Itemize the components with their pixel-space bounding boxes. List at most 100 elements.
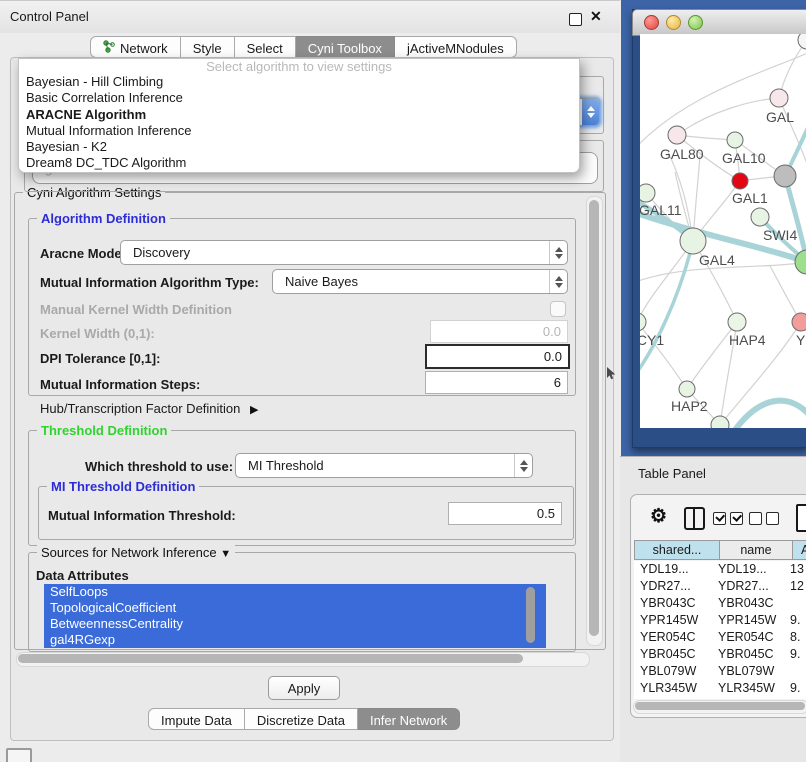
aracne-mode-label: Aracne Mode: xyxy=(40,246,126,261)
cell: 9. xyxy=(790,612,806,629)
screen: Control Panel ✕ Network Style Select Cyn… xyxy=(0,0,806,762)
column-header-name[interactable]: name xyxy=(720,540,793,560)
manual-kernel-label: Manual Kernel Width Definition xyxy=(40,302,232,317)
cell: 9. xyxy=(790,646,806,663)
popup-item-basic-correlation[interactable]: Basic Correlation Inference xyxy=(19,90,579,106)
network-node[interactable] xyxy=(798,34,806,49)
table-row[interactable]: YIL052CYIL052C9. xyxy=(634,697,806,699)
kernel-width-label: Kernel Width (0,1): xyxy=(40,326,155,341)
mi-threshold-field[interactable]: 0.5 xyxy=(448,502,562,525)
settings-vscroll-thumb[interactable] xyxy=(589,200,599,636)
aracne-mode-combo[interactable]: Discovery xyxy=(120,240,568,265)
tab-impute-data[interactable]: Impute Data xyxy=(148,708,245,730)
popup-item-bayesian-hill-climbing[interactable]: Bayesian - Hill Climbing xyxy=(19,74,579,90)
table-header-row: shared... name A xyxy=(634,540,806,560)
popup-item-bayesian-k2[interactable]: Bayesian - K2 xyxy=(19,139,579,155)
attr-item-gal4rgexp[interactable]: gal4RGexp xyxy=(50,632,546,648)
network-node[interactable] xyxy=(640,184,655,202)
gear-icon[interactable]: ⚙ xyxy=(650,505,667,528)
node-label: HAP4 xyxy=(729,332,766,348)
tab-cyni-toolbox[interactable]: Cyni Toolbox xyxy=(296,36,395,58)
checked-checkbox-icon xyxy=(713,512,726,525)
tab-network[interactable]: Network xyxy=(90,36,181,58)
deselect-all-columns-button[interactable] xyxy=(749,512,779,525)
table-hscroll-thumb[interactable] xyxy=(635,702,805,710)
table-row[interactable]: YDL19...YDL19...13 xyxy=(634,561,806,578)
cell: 12 xyxy=(790,578,806,595)
node-label: GAL10 xyxy=(722,150,766,166)
hub-definition-toggle[interactable]: Hub/Transcription Factor Definition ▶ xyxy=(40,401,258,416)
cell: 9. xyxy=(790,680,806,697)
network-node[interactable] xyxy=(792,313,806,331)
mi-steps-field[interactable]: 6 xyxy=(425,371,568,394)
network-node[interactable] xyxy=(668,126,686,144)
combo-value: MI Threshold xyxy=(236,458,514,473)
attr-list-scrollbar-thumb[interactable] xyxy=(526,587,535,643)
which-threshold-combo[interactable]: MI Threshold xyxy=(235,453,533,478)
mi-steps-label: Mutual Information Steps: xyxy=(40,377,200,392)
cell: YBR045C xyxy=(634,646,718,663)
window-zoom-button[interactable] xyxy=(688,15,703,30)
table-row[interactable]: YBR043CYBR043C xyxy=(634,595,806,612)
tab-infer-network[interactable]: Infer Network xyxy=(358,708,460,730)
float-window-icon[interactable] xyxy=(569,13,582,26)
popup-item-dream8[interactable]: Dream8 DC_TDC Algorithm xyxy=(19,155,579,171)
cell: 8. xyxy=(790,629,806,646)
network-node[interactable] xyxy=(728,313,746,331)
network-node[interactable] xyxy=(751,208,769,226)
cell: YBR043C xyxy=(718,595,790,612)
function-builder-icon[interactable] xyxy=(796,504,806,532)
network-node[interactable] xyxy=(679,381,695,397)
tab-jactivemnodules[interactable]: jActiveMNodules xyxy=(395,36,517,58)
column-header-partial[interactable]: A xyxy=(793,540,806,560)
node-label: GAL11 xyxy=(640,202,682,218)
network-node[interactable] xyxy=(732,173,748,189)
tab-label: Discretize Data xyxy=(257,713,345,728)
tab-select[interactable]: Select xyxy=(235,36,296,58)
table-row[interactable]: YBR045CYBR045C9. xyxy=(634,646,806,663)
tab-label: Impute Data xyxy=(161,713,232,728)
network-node[interactable] xyxy=(640,313,646,331)
tab-style[interactable]: Style xyxy=(181,36,235,58)
tab-label: Style xyxy=(193,41,222,56)
node-label: GAL80 xyxy=(660,146,704,162)
table-row[interactable]: YBL079WYBL079W xyxy=(634,663,806,680)
column-layout-icon[interactable] xyxy=(684,507,705,530)
network-node[interactable] xyxy=(774,165,796,187)
network-window-titlebar[interactable] xyxy=(632,9,806,36)
table-row[interactable]: YDR27...YDR27...12 xyxy=(634,578,806,595)
table-row[interactable]: YER054CYER054C8. xyxy=(634,629,806,646)
popup-item-mutual-information[interactable]: Mutual Information Inference xyxy=(19,123,579,139)
attr-item-topologicalcoefficient[interactable]: TopologicalCoefficient xyxy=(50,600,546,616)
network-node[interactable] xyxy=(680,228,706,254)
dpi-tolerance-field[interactable]: 0.0 xyxy=(425,344,570,369)
mi-type-combo[interactable]: Naive Bayes xyxy=(272,269,568,294)
expand-down-icon[interactable]: ▼ xyxy=(220,548,231,560)
table-row[interactable]: YLR345WYLR345W9. xyxy=(634,680,806,697)
popup-item-aracne[interactable]: ARACNE Algorithm xyxy=(19,107,579,123)
control-panel-title: Control Panel xyxy=(10,9,89,24)
table-row[interactable]: YPR145WYPR145W9. xyxy=(634,612,806,629)
minimized-panel-icon[interactable] xyxy=(6,748,32,762)
window-minimize-button[interactable] xyxy=(666,15,681,30)
settings-hscroll-thumb[interactable] xyxy=(18,654,523,663)
apply-button[interactable]: Apply xyxy=(268,676,340,700)
window-close-button[interactable] xyxy=(644,15,659,30)
kernel-width-field: 0.0 xyxy=(430,320,568,343)
checked-checkbox-icon xyxy=(730,512,743,525)
close-panel-icon[interactable]: ✕ xyxy=(590,8,602,25)
node-label: Y xyxy=(796,332,806,348)
tab-discretize-data[interactable]: Discretize Data xyxy=(245,708,358,730)
data-attributes-list[interactable]: SelfLoops TopologicalCoefficient Between… xyxy=(44,584,546,648)
network-node[interactable] xyxy=(770,89,788,107)
combo-stepper xyxy=(514,454,532,477)
network-canvas[interactable]: GAL GAL80 GAL10 GAL1 GAL11 SWI4 GAL4 GCY… xyxy=(640,34,806,428)
network-node[interactable] xyxy=(727,132,743,148)
node-label: GAL4 xyxy=(699,252,735,268)
column-header-shared-name[interactable]: shared... xyxy=(634,540,720,560)
hub-definition-label: Hub/Transcription Factor Definition xyxy=(40,401,240,416)
select-all-columns-button[interactable] xyxy=(713,512,743,525)
attr-item-betweennesscentrality[interactable]: BetweennessCentrality xyxy=(50,616,546,632)
group-title: Algorithm Definition xyxy=(37,211,170,226)
attr-item-selfloops[interactable]: SelfLoops xyxy=(50,584,546,600)
